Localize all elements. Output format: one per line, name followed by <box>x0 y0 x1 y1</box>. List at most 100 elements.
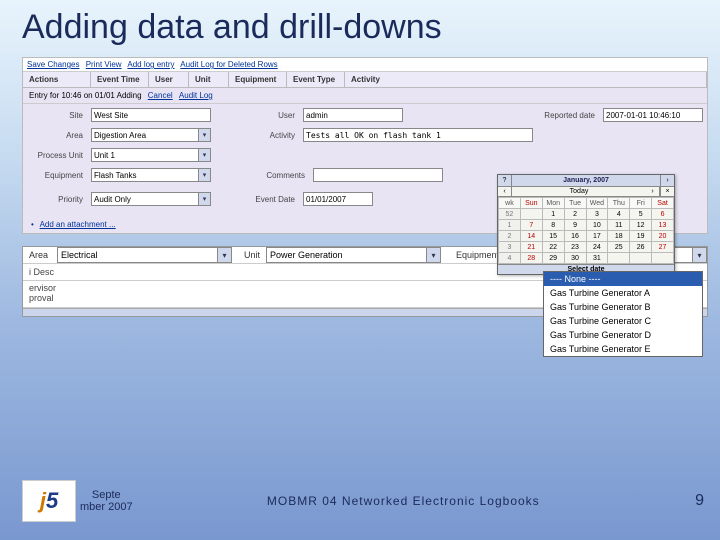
priority-select[interactable]: Audit Only ▾ <box>91 192 211 206</box>
cal-day[interactable]: 25 <box>608 242 630 253</box>
site-label: Site <box>27 111 87 120</box>
add-log-entry-link[interactable]: Add log entry <box>127 60 174 69</box>
slide-title: Adding data and drill-downs <box>0 0 720 51</box>
cal-day[interactable]: 2 <box>564 209 586 220</box>
cal-today-button[interactable]: Today <box>512 187 646 196</box>
dropdown-option[interactable]: Gas Turbine Generator B <box>544 300 702 314</box>
footer-title: MOBMR 04 Networked Electronic Logbooks <box>133 494 674 508</box>
cal-day[interactable]: 12 <box>630 220 652 231</box>
cal-day: 52 <box>499 209 521 220</box>
cal-day[interactable]: 18 <box>608 231 630 242</box>
cal-day: 2 <box>499 231 521 242</box>
footer-page-number: 9 <box>674 492 704 510</box>
cal-dow: Fri <box>630 198 652 209</box>
cal-day: 3 <box>499 242 521 253</box>
cal-day[interactable]: 6 <box>652 209 674 220</box>
cancel-link[interactable]: Cancel <box>148 91 173 100</box>
cal-day[interactable]: 10 <box>586 220 608 231</box>
equipment-select[interactable]: Flash Tanks ▾ <box>91 168 211 182</box>
audit-log-link[interactable]: Audit Log for Deleted Rows <box>180 60 277 69</box>
cal-day[interactable]: 1 <box>542 209 564 220</box>
reported-date-input[interactable]: 2007-01-01 10:46:10 <box>603 108 703 122</box>
priority-label: Priority <box>27 195 87 204</box>
cal-dow: Sat <box>652 198 674 209</box>
cal-day[interactable]: 7 <box>520 220 542 231</box>
cal-day[interactable]: 23 <box>564 242 586 253</box>
cal-day[interactable]: 4 <box>608 209 630 220</box>
cal-close[interactable]: × <box>660 187 674 196</box>
cal-day[interactable]: 22 <box>542 242 564 253</box>
activity-label: Activity <box>259 131 299 140</box>
cal-month-label: January, 2007 <box>512 175 660 186</box>
cal-dow: Mon <box>542 198 564 209</box>
cal-next-far[interactable]: › <box>660 175 674 186</box>
cal-day <box>630 253 652 264</box>
cal-next[interactable]: › <box>646 187 660 196</box>
cal-day[interactable]: 19 <box>630 231 652 242</box>
user-input[interactable]: admin <box>303 108 403 122</box>
cal-day[interactable]: 27 <box>652 242 674 253</box>
dropdown-option[interactable]: Gas Turbine Generator A <box>544 286 702 300</box>
dropdown-option[interactable]: ---- None ---- <box>544 272 702 286</box>
header-eventtime: Event Time <box>91 72 149 87</box>
p2-equipment-label: Equipment <box>441 247 505 263</box>
cal-day[interactable]: 16 <box>564 231 586 242</box>
equipment-dropdown-list: ---- None ----Gas Turbine Generator AGas… <box>543 271 703 357</box>
cal-day[interactable]: 11 <box>608 220 630 231</box>
cal-day[interactable]: 21 <box>520 242 542 253</box>
event-date-label: Event Date <box>237 195 299 204</box>
cal-day[interactable]: 15 <box>542 231 564 242</box>
cal-dow: Sun <box>520 198 542 209</box>
area-select-value: Digestion Area <box>92 131 146 140</box>
cal-day[interactable]: 20 <box>652 231 674 242</box>
cal-day[interactable]: 14 <box>520 231 542 242</box>
cal-day[interactable]: 29 <box>542 253 564 264</box>
dropdown-option[interactable]: Gas Turbine Generator E <box>544 342 702 356</box>
j5-logo: j5 <box>22 480 76 522</box>
footer-date: Septe mber 2007 <box>80 489 133 513</box>
comments-label: Comments <box>259 171 309 180</box>
p2-unit-value: Power Generation <box>267 250 343 260</box>
column-headers: Actions Event Time User Unit Equipment E… <box>23 72 707 88</box>
priority-value: Audit Only <box>92 195 131 204</box>
cal-day[interactable]: 30 <box>564 253 586 264</box>
cal-day <box>520 209 542 220</box>
p2-unit-select[interactable]: Power Generation ▾ <box>266 247 441 263</box>
save-changes-link[interactable]: Save Changes <box>27 60 79 69</box>
cal-dow: Thu <box>608 198 630 209</box>
site-input[interactable]: West Site <box>91 108 211 122</box>
cal-day[interactable]: 26 <box>630 242 652 253</box>
dropdown-option[interactable]: Gas Turbine Generator D <box>544 328 702 342</box>
header-user: User <box>149 72 189 87</box>
activity-textarea[interactable]: Tests all OK on flash tank 1 <box>303 128 533 142</box>
header-eventtype: Event Type <box>287 72 345 87</box>
cal-day[interactable]: 5 <box>630 209 652 220</box>
comments-input[interactable] <box>313 168 443 182</box>
reported-date-label: Reported date <box>529 111 599 120</box>
cal-day[interactable]: 31 <box>586 253 608 264</box>
cal-prev-far[interactable]: ? <box>498 175 512 186</box>
area-select[interactable]: Digestion Area ▾ <box>91 128 211 142</box>
cal-day <box>652 253 674 264</box>
add-attachment-link[interactable]: Add an attachment ... <box>40 220 116 229</box>
event-date-input[interactable]: 01/01/2007 <box>303 192 373 206</box>
chevron-down-icon: ▾ <box>692 248 706 262</box>
chevron-down-icon: ▾ <box>198 149 210 161</box>
cal-prev[interactable]: ‹ <box>498 187 512 196</box>
cal-day[interactable]: 28 <box>520 253 542 264</box>
process-unit-value: Unit 1 <box>92 151 115 160</box>
cal-day[interactable]: 17 <box>586 231 608 242</box>
chevron-down-icon: ▾ <box>198 129 210 141</box>
header-unit: Unit <box>189 72 229 87</box>
form-toolbar: Save Changes Print View Add log entry Au… <box>23 58 707 72</box>
cal-day[interactable]: 3 <box>586 209 608 220</box>
cal-day[interactable]: 8 <box>542 220 564 231</box>
audit-log-entry-link[interactable]: Audit Log <box>179 91 213 100</box>
print-view-link[interactable]: Print View <box>86 60 122 69</box>
cal-day[interactable]: 9 <box>564 220 586 231</box>
dropdown-option[interactable]: Gas Turbine Generator C <box>544 314 702 328</box>
process-unit-select[interactable]: Unit 1 ▾ <box>91 148 211 162</box>
cal-day[interactable]: 24 <box>586 242 608 253</box>
p2-area-select[interactable]: Electrical ▾ <box>57 247 232 263</box>
cal-day[interactable]: 13 <box>652 220 674 231</box>
